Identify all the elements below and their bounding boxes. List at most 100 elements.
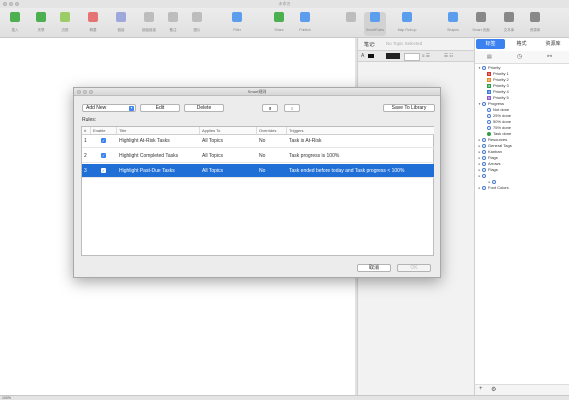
- toolbar-button-label: Share: [274, 28, 284, 32]
- toolbar-button-15[interactable]: Smart 页面: [470, 12, 492, 36]
- window-title: 未命名: [278, 1, 291, 6]
- tag-label: Progress: [488, 101, 505, 106]
- tab-tags[interactable]: 标签: [476, 39, 505, 49]
- align-icon[interactable]: ≡ ☰: [422, 53, 430, 59]
- toolbar-button-12[interactable]: SmartRules: [364, 12, 386, 36]
- col-title[interactable]: Title: [117, 127, 200, 134]
- enable-checkbox[interactable]: ✓: [101, 153, 106, 158]
- tag-label: Flags: [488, 155, 498, 160]
- toolbar-button-9[interactable]: Share: [268, 12, 290, 36]
- zoom-level[interactable]: 100%: [2, 396, 11, 400]
- tag-tree: ▾ Priority 1 Priority 1 2 Priority 2 3 Priority…: [475, 65, 569, 365]
- rule-overrides: No: [259, 153, 266, 159]
- boundary-icon: [60, 12, 70, 22]
- col-applies-to[interactable]: Applies To: [200, 127, 257, 134]
- tag-label: Priority 5: [493, 95, 509, 100]
- move-up-button[interactable]: ⬆: [262, 104, 278, 112]
- tag-group-icon: [492, 179, 496, 184]
- toolbar-button-6[interactable]: 备注: [162, 12, 184, 36]
- toolbar-button-label: 文本库: [503, 28, 515, 32]
- toolbar-button-0[interactable]: 插入: [4, 12, 26, 36]
- tag-label: Arrows: [488, 161, 501, 166]
- text-library-icon: [504, 12, 514, 22]
- rule-number: 3: [84, 168, 87, 174]
- rule-title: Highlight At-Risk Tasks: [119, 138, 170, 144]
- enable-checkbox[interactable]: ✓: [101, 138, 106, 143]
- link-icon: [116, 12, 126, 22]
- toolbar-button-17[interactable]: 资源库: [524, 12, 546, 36]
- tag-group-icon: [482, 155, 486, 160]
- toolbar-button-16[interactable]: 文本库: [498, 12, 520, 36]
- smartrules-dialog: Smart规则 Add New ▾ Edit Delete ⬆ ⬇ Save T…: [73, 87, 441, 278]
- toolbar-button-8[interactable]: Filter: [226, 12, 248, 36]
- progress-icon: [487, 119, 491, 124]
- add-tag-button[interactable]: +: [479, 386, 483, 392]
- clock-icon[interactable]: ◷: [517, 53, 522, 60]
- move-down-button[interactable]: ⬇: [284, 104, 300, 112]
- toolbar-button-1[interactable]: 关联: [30, 12, 52, 36]
- share-icon: [274, 12, 284, 22]
- enable-checkbox[interactable]: ✓: [101, 168, 106, 173]
- toolbar-button-13[interactable]: Map Roll-up: [396, 12, 418, 36]
- tag-group[interactable]: ▸ Font Colors: [475, 185, 569, 191]
- add-new-dropdown[interactable]: Add New ▾: [82, 104, 136, 112]
- col-enable[interactable]: Enable: [91, 127, 117, 134]
- toolbar-button-label: 图片: [193, 28, 201, 32]
- layout-icon: [346, 12, 356, 22]
- notes-placeholder: No Topic Selected: [386, 41, 423, 46]
- tag-label: 75% done: [493, 125, 512, 130]
- link-icon[interactable]: ⚯: [547, 53, 552, 60]
- toolbar-button-10[interactable]: Publish: [294, 12, 316, 36]
- col-triggers[interactable]: Triggers: [287, 127, 434, 134]
- tab-format[interactable]: 格式: [507, 39, 536, 49]
- col-overrides[interactable]: Overrides: [257, 127, 287, 134]
- toolbar-button-5[interactable]: 超级链接: [138, 12, 160, 36]
- toolbar-button-label: 插入: [11, 28, 19, 32]
- notes-label: 笔记:: [364, 42, 376, 48]
- filter-icon: [232, 12, 242, 22]
- size-field[interactable]: [404, 53, 420, 61]
- image-icon: [192, 12, 202, 22]
- delete-button[interactable]: Delete: [184, 104, 224, 112]
- table-row[interactable]: 3 Highlight Past-Due Tasks All Topics No Tas…: [82, 164, 434, 178]
- list-icon[interactable]: ☰ ☷: [444, 53, 453, 59]
- priority-icon: 4: [487, 89, 491, 94]
- edit-button[interactable]: Edit: [140, 104, 180, 112]
- toolbar-button-3[interactable]: 概要: [82, 12, 104, 36]
- rules-rows: 1 Highlight At-Risk Tasks All Topics No Task…: [82, 134, 434, 254]
- tag-label: Priority 1: [493, 71, 509, 76]
- tag-label: Priority 2: [493, 77, 509, 82]
- dialog-titlebar: Smart规则: [74, 88, 440, 96]
- table-row[interactable]: 1 Highlight At-Risk Tasks All Topics No Task…: [82, 134, 434, 148]
- ok-button[interactable]: OK: [397, 264, 431, 272]
- table-row[interactable]: 2 Highlight Completed Tasks All Topics No Ta…: [82, 149, 434, 163]
- rule-triggers: Task is At-Risk: [289, 138, 322, 144]
- font-icon[interactable]: A: [361, 53, 364, 59]
- toolbar-button-4[interactable]: 链接: [110, 12, 132, 36]
- toolbar-button-11[interactable]: [340, 12, 362, 36]
- font-selector[interactable]: [386, 53, 400, 59]
- tag-label: Resources: [488, 137, 508, 142]
- priority-icon: 2: [487, 77, 491, 82]
- tab-library[interactable]: 资源库: [538, 39, 568, 49]
- relationship-icon: [36, 12, 46, 22]
- toolbar-button-14[interactable]: Shapes: [442, 12, 464, 36]
- rule-applies-to: All Topics: [202, 168, 224, 174]
- tag-label: Kanban: [488, 149, 502, 154]
- toolbar-button-7[interactable]: 图片: [186, 12, 208, 36]
- tag-label: 50% done: [493, 119, 512, 124]
- map-rollup-icon: [402, 12, 412, 22]
- tag-list-icon[interactable]: ▤: [487, 54, 492, 60]
- toolbar-button-2[interactable]: 边框: [54, 12, 76, 36]
- tag-group-icon: [482, 173, 486, 178]
- col-num[interactable]: #: [82, 127, 91, 134]
- save-to-library-button[interactable]: Save To Library: [383, 104, 435, 112]
- text-color-swatch[interactable]: [368, 54, 374, 58]
- settings-icon[interactable]: ⚙: [491, 386, 496, 393]
- toolbar-button-label: Map Roll-up: [397, 28, 417, 32]
- resource-library-icon: [530, 12, 540, 22]
- toolbar-button-label: Shapes: [447, 28, 459, 32]
- cancel-button[interactable]: 取消: [357, 264, 391, 272]
- rule-overrides: No: [259, 138, 266, 144]
- smartrules-icon: [370, 12, 380, 22]
